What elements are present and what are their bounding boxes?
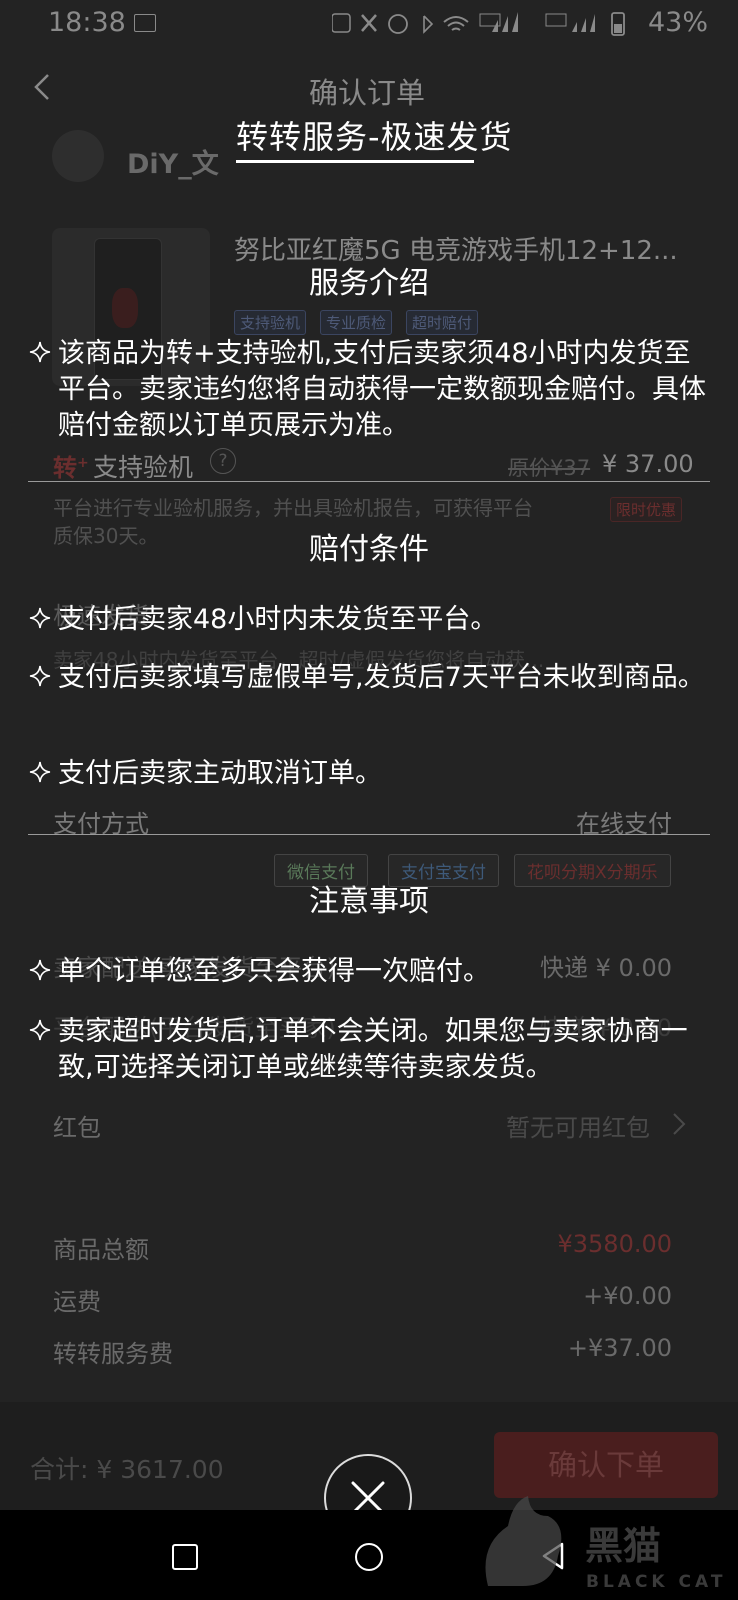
diamond-bullet-icon bbox=[29, 665, 51, 687]
section-title-notes: 注意事项 bbox=[309, 884, 429, 919]
diamond-bullet-icon bbox=[29, 761, 51, 783]
watermark-subtext: BLACK CAT bbox=[586, 1572, 727, 1592]
item-text: 支付后卖家填写虚假单号,发货后7天平台未收到商品。 bbox=[58, 662, 705, 693]
item-text: 该商品为转+支持验机,支付后卖家须48小时内发货至平台。卖家违约您将自动获得一定… bbox=[58, 338, 706, 441]
diamond-bullet-icon bbox=[29, 959, 51, 981]
list-item: 支付后卖家主动取消订单。 bbox=[28, 756, 708, 792]
service-info-overlay: 转转服务-极速发货 服务介绍 该商品为转+支持验机,支付后卖家须48小时内发货至… bbox=[0, 0, 738, 1600]
item-text: 单个订单您至多只会获得一次赔付。 bbox=[58, 956, 490, 987]
divider bbox=[28, 481, 710, 482]
list-item: 单个订单您至多只会获得一次赔付。 bbox=[28, 954, 708, 990]
diamond-bullet-icon bbox=[29, 341, 51, 363]
item-text: 支付后卖家48小时内未发货至平台。 bbox=[58, 604, 498, 635]
overlay-title-underline bbox=[236, 160, 474, 163]
list-item: 支付后卖家填写虚假单号,发货后7天平台未收到商品。 bbox=[28, 660, 708, 696]
section-title-service-intro: 服务介绍 bbox=[309, 266, 429, 301]
home-button[interactable] bbox=[355, 1543, 383, 1571]
item-text: 支付后卖家主动取消订单。 bbox=[58, 758, 382, 789]
item-text: 卖家超时发货后,订单不会关闭。如果您与卖家协商一致,可选择关闭订单或继续等待卖家… bbox=[58, 1016, 688, 1083]
overlay-title: 转转服务-极速发货 bbox=[236, 118, 513, 156]
diamond-bullet-icon bbox=[29, 1019, 51, 1041]
recent-apps-button[interactable] bbox=[172, 1544, 198, 1570]
section-title-compensation-conditions: 赔付条件 bbox=[309, 532, 429, 567]
black-cat-logo-icon bbox=[485, 1496, 562, 1586]
list-item: 该商品为转+支持验机,支付后卖家须48小时内发货至平台。卖家违约您将自动获得一定… bbox=[28, 336, 708, 444]
list-item: 支付后卖家48小时内未发货至平台。 bbox=[28, 602, 708, 638]
diamond-bullet-icon bbox=[29, 607, 51, 629]
watermark-text: 黑猫 bbox=[585, 1524, 662, 1568]
divider bbox=[28, 834, 710, 835]
list-item: 卖家超时发货后,订单不会关闭。如果您与卖家协商一致,可选择关闭订单或继续等待卖家… bbox=[28, 1014, 708, 1086]
